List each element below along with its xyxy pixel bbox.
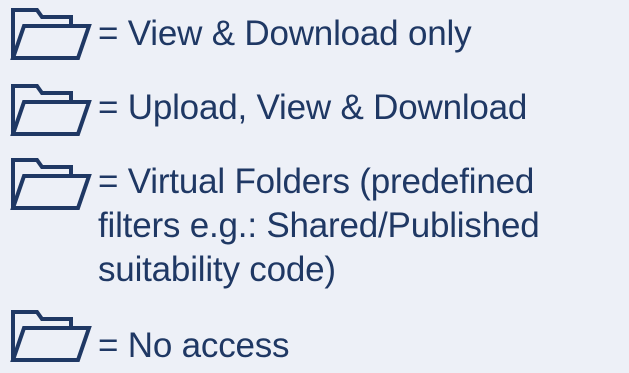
- folder-open-icon: [9, 308, 93, 364]
- folder-open-icon: [9, 6, 93, 62]
- legend-item-label: = No access: [98, 326, 290, 365]
- folder-open-icon: [9, 82, 93, 138]
- legend-item-label: = Virtual Folders (predefined filters e.…: [98, 160, 618, 292]
- legend-item-label: = View & Download only: [98, 14, 472, 53]
- folder-open-icon: [9, 156, 93, 212]
- legend-item-label-line: suitability code): [98, 250, 336, 289]
- legend-item-label: = Upload, View & Download: [98, 88, 528, 127]
- legend-item-label-line: = Virtual Folders (predefined: [98, 162, 535, 201]
- legend-item-label-line: filters e.g.: Shared/Published: [98, 206, 540, 245]
- folder-permission-legend: = View & Download only = Upload, View & …: [0, 0, 629, 373]
